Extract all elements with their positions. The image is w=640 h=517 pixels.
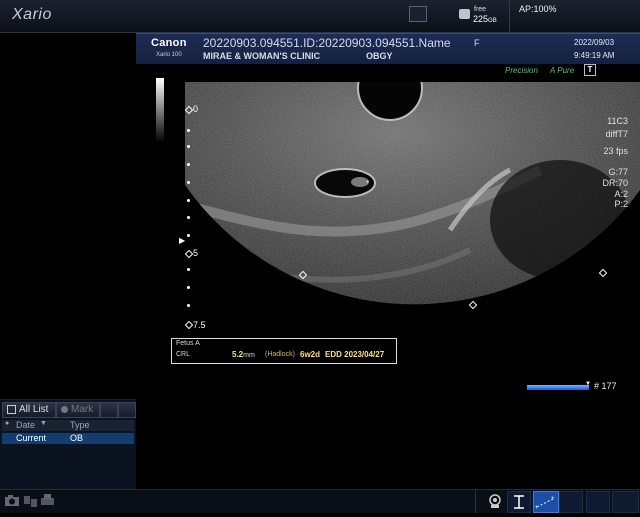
caliper-tool-button[interactable] [507, 491, 531, 513]
bottom-toolbar: + + [0, 489, 640, 513]
measurement-box[interactable]: Fetus A CRL 5.2mm (Hadlock) 6w2d EDD 202… [171, 338, 397, 364]
thumbnail-view-button[interactable] [118, 402, 136, 418]
list-view-button[interactable] [100, 402, 118, 418]
tab-all-list-label: All List [19, 404, 49, 415]
col-type[interactable]: Type [70, 420, 90, 430]
measurement-title: Fetus A [176, 340, 200, 347]
svg-text:+: + [535, 505, 539, 511]
exam-list-panel: All List Mark ● Date ▼ Type Current OB [0, 399, 136, 490]
dynamic-range: DR:70 [602, 178, 628, 188]
svg-text:+: + [551, 496, 555, 502]
focus-marker-icon[interactable]: ▶ [179, 236, 185, 245]
depth-tick [187, 286, 190, 289]
frame-rate: 23 fps [603, 146, 628, 156]
distance-tool-button[interactable]: + + [533, 491, 559, 513]
depth-tick [187, 129, 190, 132]
printer-icon[interactable] [37, 492, 59, 509]
depth-tick [187, 268, 190, 271]
imaging-mode: diffT7 [605, 129, 628, 139]
divider [475, 490, 476, 513]
probe-name: 11C3 [607, 116, 628, 126]
measurement-value: 5.2mm [232, 350, 255, 359]
tool-button-3[interactable] [559, 491, 583, 513]
list-header[interactable]: ● Date ▼ Type [2, 420, 134, 431]
tab-mark[interactable]: Mark [56, 402, 100, 418]
depth-tick [187, 145, 190, 148]
depth-label-5: 5 [193, 248, 199, 258]
depth-tick [187, 199, 190, 202]
param-a: A:2 [614, 189, 628, 199]
probe-icon[interactable] [484, 492, 506, 509]
sector-tissue: + [185, 82, 640, 305]
depth-tick [187, 163, 190, 166]
cine-frame-count: # 177 [594, 381, 617, 391]
expected-delivery-date: EDD 2023/04/27 [325, 350, 385, 359]
param-p: P:2 [614, 199, 628, 209]
bullet-icon: ● [5, 420, 10, 427]
gain: G:77 [608, 167, 628, 177]
mark-icon [61, 405, 68, 413]
depth-tick [187, 181, 190, 184]
depth-tick [187, 234, 190, 237]
distance-icon: ++ [535, 496, 556, 511]
col-date[interactable]: Date [16, 420, 35, 430]
tab-mark-label: Mark [71, 404, 94, 415]
cine-progress-bar[interactable] [527, 385, 589, 390]
sort-icon[interactable]: ▼ [40, 420, 47, 427]
tab-all-list[interactable]: All List [2, 402, 56, 418]
gestational-age: 6w2d [300, 350, 321, 359]
list-item[interactable]: Current OB [2, 433, 134, 444]
measurement-method: (Hadlock) [265, 351, 295, 358]
tool-button-5[interactable] [612, 491, 639, 513]
depth-tick [187, 216, 190, 219]
caliper-icon [514, 495, 524, 509]
row-type: OB [70, 433, 84, 443]
row-date: Current [16, 433, 47, 443]
depth-tick [187, 304, 190, 307]
cine-position-icon[interactable]: ▼ [585, 381, 591, 387]
tool-button-4[interactable] [586, 491, 610, 513]
svg-text:+: + [366, 180, 370, 186]
list-icon [7, 404, 16, 414]
measurement-number: 5.2 [232, 350, 244, 359]
measurement-unit: mm [243, 352, 255, 359]
depth-label-0: 0 [193, 104, 199, 114]
measurement-name: CRL [176, 351, 191, 358]
depth-label-7-5: 7.5 [193, 320, 206, 330]
